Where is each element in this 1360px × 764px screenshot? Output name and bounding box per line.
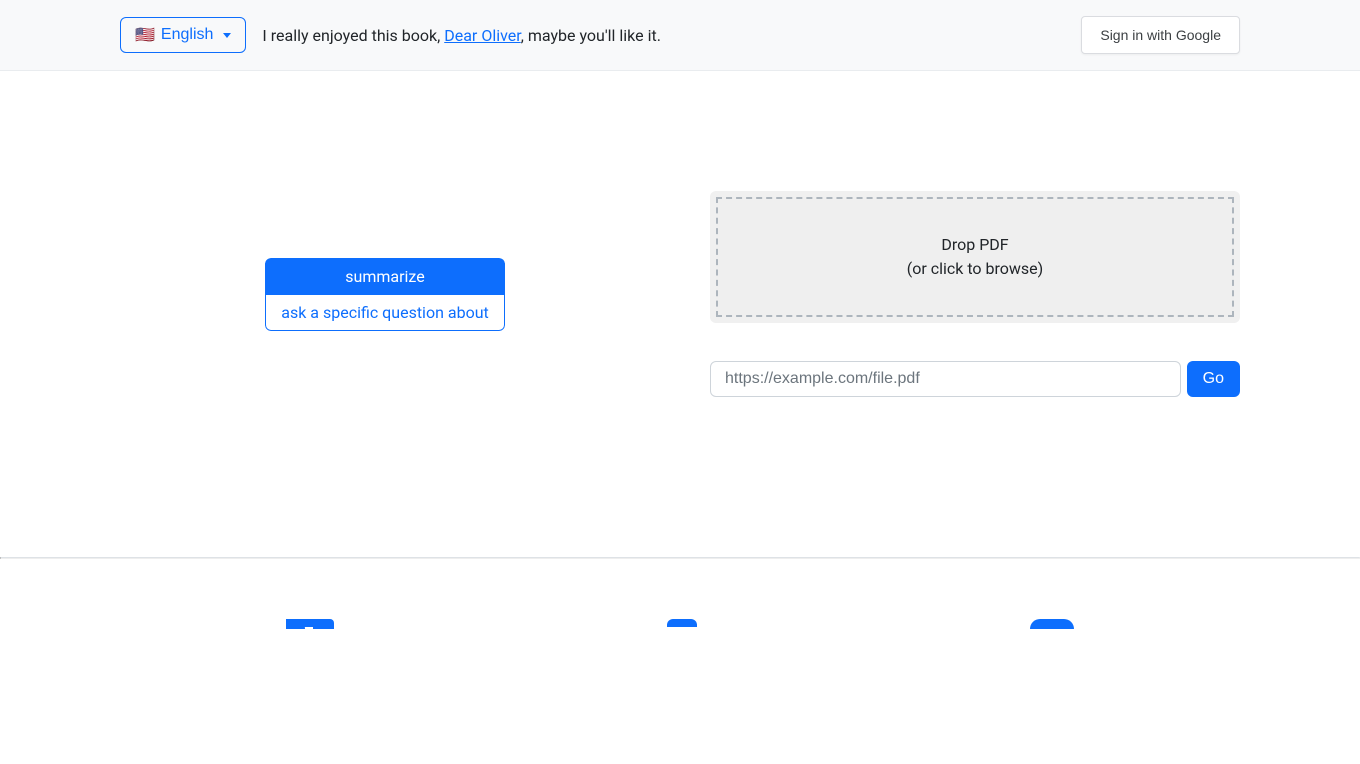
go-button[interactable]: Go	[1187, 361, 1240, 397]
features-section	[0, 559, 1360, 629]
drop-text-line1: Drop PDF	[738, 233, 1212, 257]
header: 🇺🇸 English I really enjoyed this book, D…	[0, 0, 1360, 71]
summarize-button[interactable]: summarize	[265, 258, 505, 294]
header-left: 🇺🇸 English I really enjoyed this book, D…	[120, 17, 661, 53]
main: summarize ask a specific question about …	[120, 71, 1240, 557]
drop-text-line2: (or click to browse)	[738, 257, 1212, 281]
drop-zone-wrapper: Drop PDF (or click to browse)	[710, 191, 1240, 323]
url-row: Go	[710, 361, 1240, 397]
header-inner: 🇺🇸 English I really enjoyed this book, D…	[120, 16, 1240, 54]
flag-icon: 🇺🇸	[135, 25, 155, 45]
tagline-before: I really enjoyed this book,	[262, 26, 444, 45]
language-label: English	[161, 26, 213, 44]
tagline-link[interactable]: Dear Oliver	[444, 26, 520, 45]
ask-question-button[interactable]: ask a specific question about	[265, 294, 505, 331]
feature-icon-1	[286, 619, 334, 627]
tagline-after: , maybe you'll like it.	[521, 26, 661, 45]
language-selector[interactable]: 🇺🇸 English	[120, 17, 246, 53]
left-column: summarize ask a specific question about	[120, 191, 650, 397]
signin-button[interactable]: Sign in with Google	[1081, 16, 1240, 54]
url-input[interactable]	[710, 361, 1181, 397]
feature-icon-3	[1030, 619, 1074, 629]
action-group: summarize ask a specific question about	[265, 258, 505, 331]
feature-icon-2	[667, 619, 697, 627]
features-inner	[120, 619, 1240, 629]
right-column: Drop PDF (or click to browse) Go	[710, 191, 1240, 397]
tagline: I really enjoyed this book, Dear Oliver,…	[262, 26, 661, 45]
chevron-down-icon	[223, 33, 231, 38]
drop-zone[interactable]: Drop PDF (or click to browse)	[716, 197, 1234, 317]
